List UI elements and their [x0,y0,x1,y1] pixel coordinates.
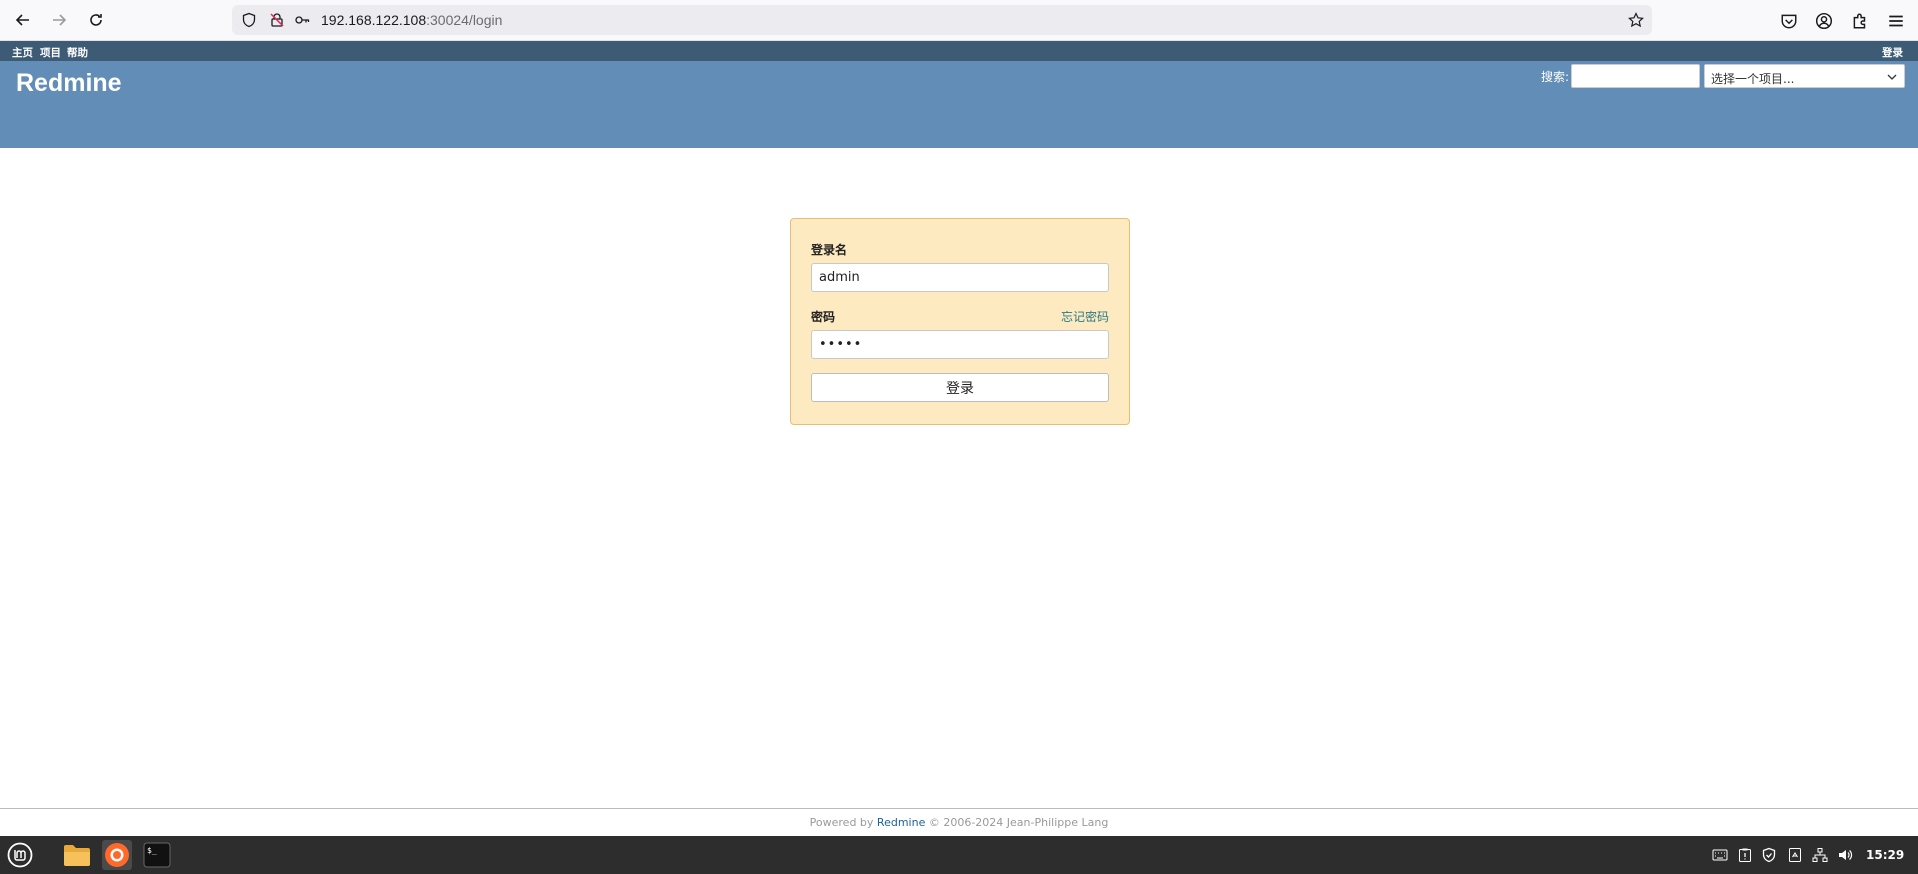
url-bar[interactable]: 192.168.122.108:30024/login [232,5,1652,35]
search-label: 搜索: [1541,70,1570,84]
clock[interactable]: 15:29 [1866,848,1904,862]
terminal-launcher[interactable]: $_ [142,840,172,870]
key-icon[interactable] [294,12,310,28]
reload-icon [90,14,102,26]
password-input[interactable]: ••••• [811,330,1109,359]
firefox-icon [105,843,129,867]
url-text[interactable]: 192.168.122.108:30024/login [321,12,502,28]
search-input[interactable] [1571,64,1700,88]
footer: Powered by Redmine © 2006-2024 Jean-Phil… [0,808,1918,836]
firefox-launcher[interactable] [102,840,132,870]
footer-powered-by: Powered by [809,816,874,829]
username-input[interactable]: admin [811,263,1109,292]
mint-logo-icon [7,842,33,868]
back-button[interactable] [9,6,37,34]
login-form: 登录名 admin 密码 忘记密码 ••••• 登录 [790,218,1130,425]
shield-icon[interactable] [241,12,257,28]
header: Redmine 搜索: 选择一个项目... [0,61,1918,148]
pocket-icon[interactable] [1780,12,1798,30]
arrow-left-icon [15,14,29,26]
updates-icon[interactable] [1787,847,1803,863]
top-menu-home[interactable]: 主页 [12,45,33,60]
forgot-password-link[interactable]: 忘记密码 [1061,308,1109,325]
url-path: :30024/login [426,12,503,28]
terminal-icon: $_ [143,842,171,868]
login-submit-button[interactable]: 登录 [811,373,1109,402]
volume-icon[interactable] [1837,847,1853,863]
forward-button[interactable] [45,6,73,34]
url-host: 192.168.122.108 [321,12,427,28]
extensions-icon[interactable] [1851,12,1869,30]
top-menu-projects[interactable]: 项目 [40,45,61,60]
top-menu: 主页 项目 帮助 登录 [0,41,1918,61]
top-menu-login[interactable]: 登录 [1882,45,1903,60]
project-select-value: 选择一个项目... [1711,72,1795,86]
network-icon[interactable] [1812,847,1828,863]
start-menu-button[interactable] [5,840,35,870]
footer-redmine-link[interactable]: Redmine [877,816,925,829]
taskbar: $_ 15:29 [0,836,1918,874]
account-icon[interactable] [1815,12,1833,30]
top-menu-help[interactable]: 帮助 [67,45,88,60]
username-label: 登录名 [811,243,848,257]
footer-copyright: © 2006-2024 Jean-Philippe Lang [928,816,1109,829]
bookmark-star-icon[interactable] [1628,12,1644,28]
svg-text:$_: $_ [147,846,157,855]
shield-tray-icon[interactable] [1761,847,1777,863]
arrow-right-icon [53,14,67,26]
app-title[interactable]: Redmine [16,69,122,98]
password-label: 密码 [811,310,836,324]
menu-icon[interactable] [1887,12,1905,30]
keyboard-icon[interactable] [1712,847,1728,863]
files-launcher[interactable] [62,840,92,870]
clipboard-icon[interactable] [1737,847,1753,863]
reload-button[interactable] [82,6,110,34]
insecure-lock-icon[interactable] [269,12,285,28]
project-jump-select[interactable]: 选择一个项目... [1704,64,1905,88]
folder-icon [64,845,90,866]
chevron-down-icon [1887,74,1897,80]
browser-toolbar: 192.168.122.108:30024/login [0,0,1918,41]
